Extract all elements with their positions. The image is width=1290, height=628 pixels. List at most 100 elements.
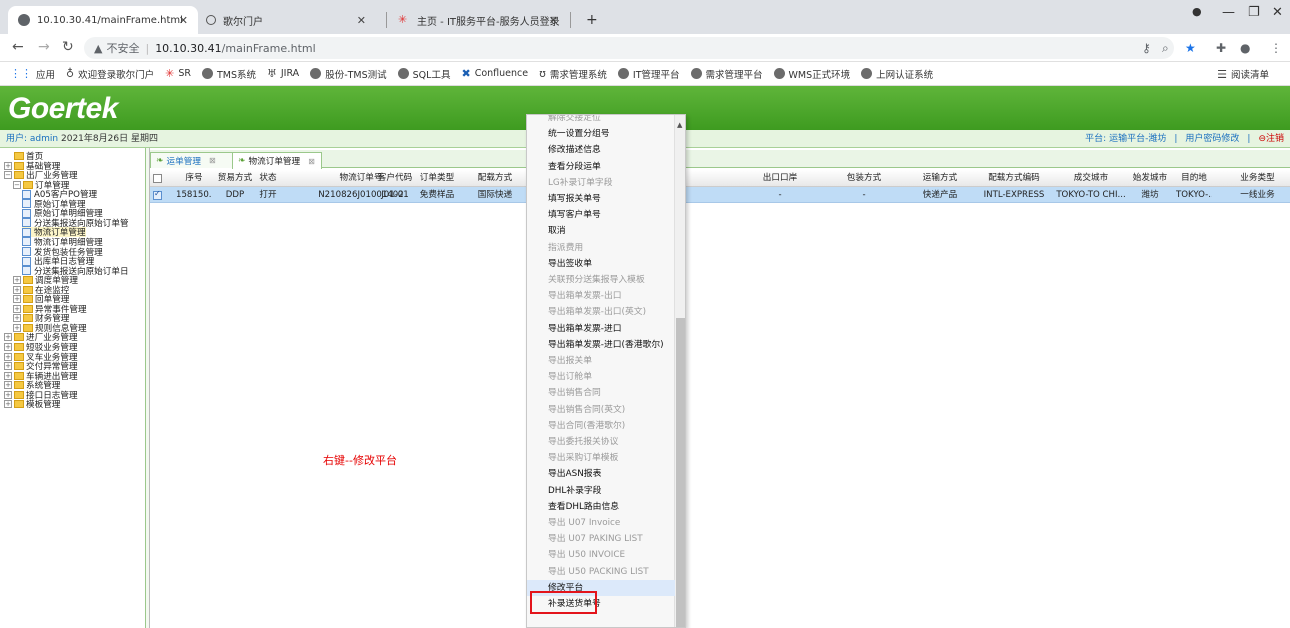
bookmark-sr[interactable]: ✳ SR [165, 67, 191, 80]
expand-toggle-icon[interactable]: + [4, 362, 12, 371]
forward-icon[interactable]: → [38, 39, 50, 55]
context-menu-item[interactable]: 取消 [527, 223, 675, 239]
browser-tab-portal[interactable]: 歌尔门户 ✕ [196, 6, 376, 34]
restore-icon[interactable]: ❐ [1248, 5, 1260, 20]
url-input[interactable]: ▲ 不安全 | 10.10.30.41 /mainFrame.html [84, 37, 1174, 59]
close-tab-icon[interactable]: ⊠ [308, 157, 315, 166]
expand-toggle-icon[interactable]: + [13, 276, 21, 285]
browser-tab-mainframe[interactable]: 10.10.30.41/mainFrame.html ✕ [8, 6, 198, 34]
bookmark-tms[interactable]: TMS系统 [201, 67, 256, 81]
expand-toggle-icon[interactable]: + [4, 381, 12, 390]
context-menu-item[interactable]: 修改描述信息 [527, 142, 675, 158]
table-row[interactable]: 158150...DDP打开N210826J01001402J01-01免费样品… [150, 187, 1290, 203]
bookmark-tms-test[interactable]: 股份-TMS测试 [310, 67, 387, 81]
context-menu-item: 导出销售合同(英文) [548, 404, 626, 415]
zoom-icon[interactable]: ⌕ [1162, 41, 1169, 56]
expand-toggle-icon[interactable]: + [13, 295, 21, 304]
expand-toggle-icon[interactable]: + [4, 371, 12, 380]
expand-toggle-icon[interactable]: + [13, 285, 21, 294]
reload-icon[interactable]: ↻ [62, 39, 74, 55]
profile-icon[interactable]: ● [1240, 41, 1250, 55]
page-icon [22, 227, 31, 237]
select-all-checkbox[interactable] [153, 174, 162, 183]
column-header[interactable]: 始发城市 [1130, 170, 1170, 187]
expand-toggle-icon[interactable]: + [4, 400, 12, 409]
bookmark-apps[interactable]: ⋮⋮ 应用 [10, 67, 55, 81]
tree-item[interactable]: + 模板管理 [4, 399, 60, 410]
new-tab-button[interactable]: + [576, 6, 608, 34]
bookmark-confluence[interactable]: ✖ Confluence [461, 67, 528, 80]
context-menu-item[interactable]: 导出箱单发票-进口 [527, 321, 675, 337]
reading-list-button[interactable]: ☰ 阅读清单 [1217, 67, 1269, 82]
bookmark-it-mgmt[interactable]: IT管理平台 [617, 67, 680, 81]
extensions-icon[interactable]: ✚ [1216, 41, 1226, 55]
column-header[interactable]: 目的地 [1176, 170, 1212, 187]
tab-title: 主页 - IT服务平台-服务人员登录 [417, 16, 560, 28]
row-checkbox[interactable] [153, 189, 162, 200]
bookmark-req-platform[interactable]: 需求管理平台 [690, 67, 763, 81]
close-tab-icon[interactable]: ✕ [357, 14, 366, 27]
expand-toggle-icon[interactable]: + [13, 323, 21, 332]
profile-dot-icon[interactable]: ● [1192, 5, 1202, 18]
expand-toggle-icon[interactable]: − [4, 171, 12, 180]
platform-link[interactable]: 平台: 运输平台-潍坊 [1085, 130, 1166, 148]
key-icon[interactable]: ⚷ [1142, 41, 1151, 55]
expand-toggle-icon[interactable]: + [4, 333, 12, 342]
bookmark-portal[interactable]: ♁ 欢迎登录歌尔门户 [66, 67, 154, 81]
context-menu-item[interactable]: 导出ASN报表 [527, 466, 675, 482]
column-header[interactable]: 出口口岸 [750, 170, 810, 187]
column-header[interactable]: 配载方式编码 [979, 170, 1049, 187]
context-menu-item[interactable]: DHL补录字段 [527, 483, 675, 499]
bookmark-sql[interactable]: SQL工具 [397, 67, 450, 81]
column-header[interactable]: 贸易方式 [214, 170, 256, 187]
minimize-icon[interactable]: — [1222, 5, 1235, 20]
globe-icon [617, 68, 629, 79]
logout-link[interactable]: ⊖注销 [1258, 130, 1284, 148]
bookmark-jira[interactable]: ♅ JIRA [267, 67, 299, 80]
context-menu-item[interactable]: 导出签收单 [527, 256, 675, 272]
context-menu-item[interactable]: 填写客户单号 [527, 207, 675, 223]
column-header[interactable]: 成交城市 [1056, 170, 1126, 187]
expand-toggle-icon[interactable]: + [4, 161, 12, 170]
context-menu-item[interactable]: 查看分段运单 [527, 159, 675, 175]
column-header[interactable]: 配载方式 [470, 170, 520, 187]
context-menu-item[interactable]: 统一设置分组号 [527, 126, 675, 142]
expand-toggle-icon[interactable] [4, 152, 12, 160]
expand-toggle-icon[interactable]: + [13, 304, 21, 313]
column-header[interactable]: 业务类型 [1235, 170, 1280, 187]
expand-toggle-icon[interactable]: + [4, 390, 12, 399]
page-icon [22, 208, 31, 218]
expand-toggle-icon[interactable]: + [13, 314, 21, 323]
expand-toggle-icon[interactable]: + [4, 343, 12, 351]
close-tab-icon[interactable]: ✕ [179, 14, 188, 27]
column-header[interactable]: 订单类型 [418, 170, 456, 187]
context-menu-item[interactable]: 填写报关单号 [527, 191, 675, 207]
scroll-up-icon[interactable]: ▲ [677, 121, 682, 129]
close-window-icon[interactable]: ✕ [1272, 5, 1283, 20]
portal-icon [206, 15, 216, 25]
change-password-link[interactable]: 用户密码修改 [1185, 130, 1239, 148]
context-menu-item[interactable]: 查看DHL路由信息 [527, 499, 675, 515]
column-header[interactable]: 运输方式 [915, 170, 965, 187]
close-tab-icon[interactable]: ✕ [549, 14, 558, 27]
column-header[interactable]: 状态 [253, 170, 283, 187]
scrollbar-thumb[interactable] [676, 318, 685, 627]
bookmark-star-icon[interactable]: ★ [1185, 41, 1196, 55]
bookmark-wms[interactable]: WMS正式环境 [773, 67, 850, 81]
tab-title: 10.10.30.41/mainFrame.html [37, 14, 183, 26]
column-header[interactable]: 客户代码 [376, 170, 414, 187]
tab-waybill-management[interactable]: ❧ 运单管理 ⊠ [150, 152, 240, 168]
column-header[interactable]: 序号 [176, 170, 212, 187]
context-menu-item[interactable]: 导出箱单发票-进口(香港歌尔) [527, 337, 675, 353]
bookmark-net-auth[interactable]: 上网认证系统 [861, 67, 933, 81]
browser-tab-it-service[interactable]: ✳ 主页 - IT服务平台-服务人员登录 ✕ [388, 6, 568, 34]
expand-toggle-icon[interactable]: − [13, 180, 21, 189]
close-tab-icon[interactable]: ⊠ [209, 156, 216, 165]
menu-dots-icon[interactable]: ⋮ [1270, 41, 1282, 55]
bookmark-req-system[interactable]: ʊ 需求管理系统 [539, 67, 607, 81]
expand-toggle-icon[interactable]: + [4, 352, 12, 361]
tab-logistics-order-management[interactable]: ❧ 物流订单管理 ⊠ [232, 152, 322, 169]
back-icon[interactable]: ← [12, 39, 24, 55]
column-header[interactable]: 包装方式 [834, 170, 894, 187]
context-menu-scrollbar[interactable]: ▲ [674, 115, 685, 627]
